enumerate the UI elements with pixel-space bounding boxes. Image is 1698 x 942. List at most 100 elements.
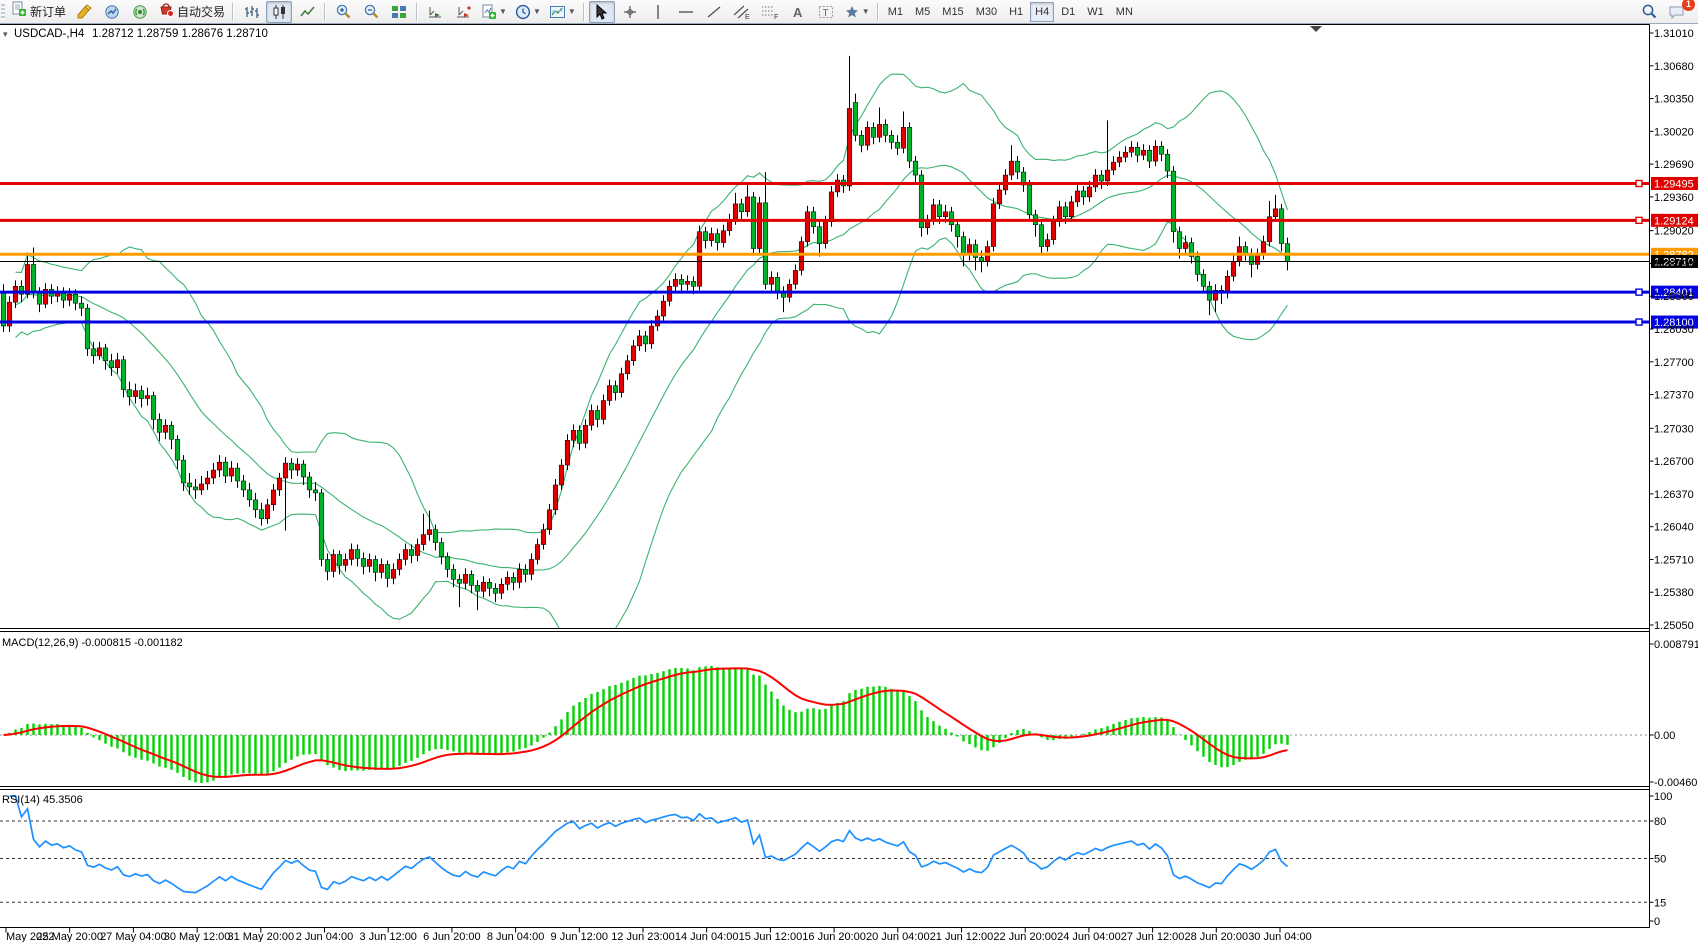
add-indicator-button[interactable]: ▼: [478, 1, 510, 23]
auto-trading-button[interactable]: 自动交易: [155, 1, 228, 23]
auto-trading-label: 自动交易: [177, 3, 225, 20]
toolbar-separator: [416, 3, 418, 21]
chart-canvas[interactable]: 1.294951.291241.287821.287101.284011.281…: [0, 0, 1698, 942]
horizontal-line-tool-icon[interactable]: [673, 1, 699, 23]
price-tick-label: 1.25710: [1654, 554, 1694, 566]
toolbar-separator: [583, 3, 585, 21]
zoom-out-icon[interactable]: [358, 1, 384, 23]
toolbar-grip[interactable]: [1, 4, 5, 20]
price-tick-label: 1.25380: [1654, 587, 1694, 599]
toolbar-separator: [877, 3, 879, 21]
rsi-tick-label: 80: [1654, 816, 1666, 828]
date-tick-label: 15 Jun 12:00: [739, 931, 803, 942]
price-tick-label: 1.25050: [1654, 620, 1694, 632]
rsi-tick-label: 0: [1654, 916, 1660, 928]
chart-shift-icon[interactable]: [450, 1, 476, 23]
line-handle[interactable]: [1636, 289, 1642, 295]
main-toolbar: 新订单 自动交易: [0, 0, 1698, 24]
channel-tool-icon[interactable]: E: [729, 1, 755, 23]
date-tick-label: 8 Jun 04:00: [487, 931, 545, 942]
toolbar-separator: [232, 3, 234, 21]
timeframe-m5[interactable]: M5: [910, 2, 935, 22]
date-tick-label: 9 Jun 12:00: [551, 931, 609, 942]
new-order-button[interactable]: 新订单: [8, 1, 69, 23]
chart-title-symbol: USDCAD-,H4: [14, 28, 85, 40]
line-handle[interactable]: [1636, 180, 1642, 186]
bollinger-bands: [16, 74, 1288, 653]
chevron-down-icon: ▼: [533, 7, 541, 16]
price-tick-label: 1.26370: [1654, 489, 1694, 501]
price-tick-label: 1.26700: [1654, 456, 1694, 468]
date-tick-label: 6 Jun 20:00: [423, 931, 481, 942]
crosshair-tool-icon[interactable]: [617, 1, 643, 23]
rsi-tick-label: 15: [1654, 897, 1666, 909]
line-handle[interactable]: [1636, 217, 1642, 223]
svg-text:T: T: [822, 8, 828, 19]
date-tick-label: 24 Jun 04:00: [1057, 931, 1121, 942]
template-button[interactable]: ▼: [546, 1, 579, 23]
date-tick-label: 3 Jun 12:00: [359, 931, 417, 942]
text-label-tool-icon[interactable]: T: [813, 1, 839, 23]
date-tick-label: 27 Jun 12:00: [1121, 931, 1185, 942]
tile-windows-icon[interactable]: [386, 1, 412, 23]
new-order-label: 新订单: [30, 3, 66, 20]
market-watch-icon[interactable]: [99, 1, 125, 23]
chart-shift-marker[interactable]: [1310, 26, 1322, 32]
shapes-tool-icon[interactable]: ▼: [841, 1, 873, 23]
price-tick-label: 1.30350: [1654, 94, 1694, 106]
cursor-tool-icon[interactable]: [589, 1, 615, 23]
price-tick-label: 1.28690: [1654, 258, 1694, 270]
chat-notification-badge: 1: [1682, 0, 1695, 11]
symbol-dropdown-icon[interactable]: ▾: [3, 29, 8, 39]
date-axis[interactable]: May 202225 May 20:0027 May 04:0030 May 1…: [6, 928, 1312, 942]
macd-tick-label: 0.00: [1654, 730, 1675, 742]
fibonacci-tool-icon[interactable]: F: [757, 1, 783, 23]
period-button[interactable]: ▼: [512, 1, 544, 23]
price-tick-label: 1.31010: [1654, 28, 1694, 40]
chat-icon[interactable]: 1: [1664, 1, 1690, 23]
rsi-indicator-label: RSI(14) 45.3506: [2, 794, 83, 806]
macd-indicator-label: MACD(12,26,9) -0.000815 -0.001182: [2, 637, 183, 649]
timeframe-m30[interactable]: M30: [971, 2, 1002, 22]
date-tick-label: 20 Jun 04:00: [866, 931, 930, 942]
text-tool-icon[interactable]: A: [785, 1, 811, 23]
vertical-line-tool-icon[interactable]: [645, 1, 671, 23]
auto-scroll-icon[interactable]: [422, 1, 448, 23]
timeframe-mn[interactable]: MN: [1111, 2, 1138, 22]
chevron-down-icon: ▼: [862, 7, 870, 16]
candlestick-type-icon[interactable]: [266, 1, 292, 23]
candlestick-series: [1, 56, 1290, 610]
metaeditor-icon[interactable]: [71, 1, 97, 23]
date-tick-label: 14 Jun 04:00: [675, 931, 739, 942]
chevron-down-icon: ▼: [499, 7, 507, 16]
macd-tick-label: -0.004601: [1654, 777, 1698, 789]
date-tick-label: 28 Jun 20:00: [1184, 931, 1248, 942]
date-tick-label: 25 May 20:00: [36, 931, 103, 942]
date-tick-label: 22 Jun 20:00: [993, 931, 1057, 942]
rsi-line: [10, 796, 1288, 893]
date-tick-label: 31 May 20:00: [227, 931, 294, 942]
signals-icon[interactable]: [127, 1, 153, 23]
auto-trading-icon: [158, 1, 174, 22]
timeframe-m15[interactable]: M15: [937, 2, 968, 22]
zoom-in-icon[interactable]: [330, 1, 356, 23]
line-handle[interactable]: [1636, 319, 1642, 325]
timeframe-m1[interactable]: M1: [883, 2, 908, 22]
price-tick-label: 1.28360: [1654, 291, 1694, 303]
price-lines: 1.294951.291241.287821.287101.284011.281…: [0, 177, 1698, 329]
bar-chart-type-icon[interactable]: [238, 1, 264, 23]
toolbar-separator: [324, 3, 326, 21]
line-chart-type-icon[interactable]: [294, 1, 320, 23]
rsi-tick-label: 50: [1654, 854, 1666, 866]
timeframe-group: M1M5M15M30H1H4D1W1MN: [882, 2, 1139, 22]
price-tick-label: 1.30680: [1654, 61, 1694, 73]
timeframe-w1[interactable]: W1: [1082, 2, 1109, 22]
axis-price-badge-label: 1.29495: [1654, 178, 1694, 190]
timeframe-d1[interactable]: D1: [1056, 2, 1080, 22]
timeframe-h4[interactable]: H4: [1030, 2, 1054, 22]
trading-terminal-window: { "toolbar": { "new_order_label": "新订单",…: [0, 0, 1698, 942]
search-icon[interactable]: [1636, 1, 1662, 23]
trendline-tool-icon[interactable]: [701, 1, 727, 23]
timeframe-h1[interactable]: H1: [1004, 2, 1028, 22]
chart-title-ohlc: 1.28712 1.28759 1.28676 1.28710: [92, 28, 268, 40]
